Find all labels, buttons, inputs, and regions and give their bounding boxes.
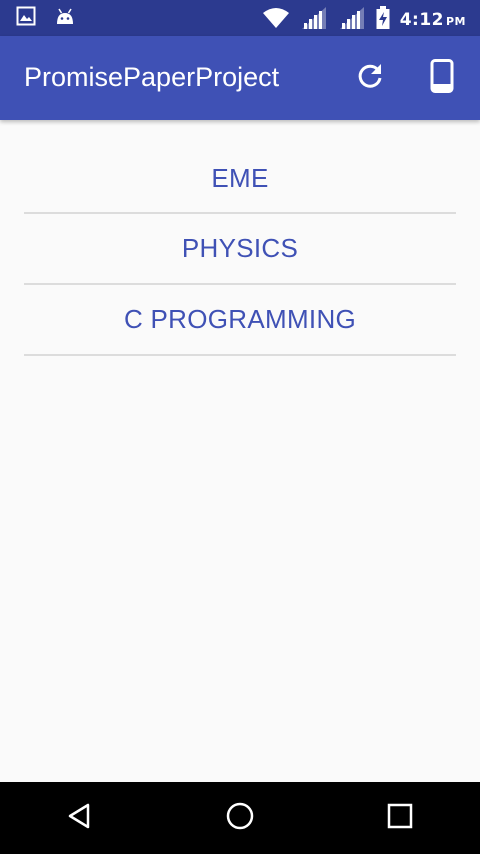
system-icons: 4:12 PM (262, 6, 466, 34)
home-icon (225, 801, 255, 835)
signal-icon (338, 6, 366, 34)
list-item-label: C PROGRAMMING (123, 304, 357, 334)
phone-icon (430, 59, 454, 97)
device-button[interactable] (426, 59, 458, 97)
home-button[interactable] (216, 794, 264, 842)
refresh-button[interactable] (354, 62, 386, 94)
list-item-label: PHYSICS (181, 233, 299, 263)
back-icon (66, 802, 94, 834)
app-actions (354, 59, 458, 97)
clock-time: 4:12 (399, 10, 444, 30)
list-item[interactable]: C PROGRAMMING (24, 285, 456, 356)
clock: 4:12 PM (400, 10, 466, 30)
back-button[interactable] (56, 794, 104, 842)
list-item[interactable]: EME (24, 144, 456, 214)
app-bar: PromisePaperProject (0, 36, 480, 120)
navigation-bar (0, 782, 480, 854)
battery-charging-icon (376, 6, 390, 34)
wifi-icon (262, 7, 290, 33)
status-bar: 4:12 PM (0, 0, 480, 36)
android-icon (54, 6, 76, 30)
refresh-icon (356, 62, 384, 94)
app-title: PromisePaperProject (24, 62, 280, 92)
notification-icons (16, 6, 76, 30)
signal-icon (300, 6, 328, 34)
image-icon (16, 6, 36, 30)
list-item[interactable]: PHYSICS (24, 214, 456, 285)
recents-button[interactable] (376, 794, 424, 842)
recents-icon (387, 803, 413, 833)
subject-list: EME PHYSICS C PROGRAMMING (24, 144, 456, 356)
list-item-label: EME (211, 162, 269, 193)
clock-ampm: PM (445, 15, 466, 28)
